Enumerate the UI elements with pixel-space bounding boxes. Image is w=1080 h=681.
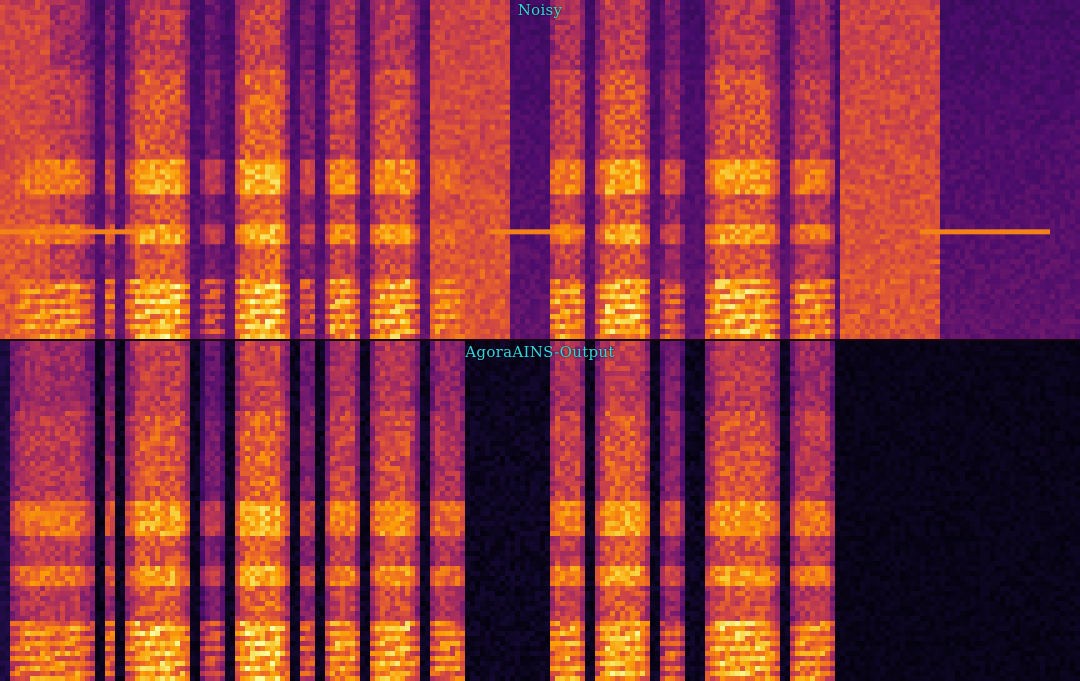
output-spectrogram [0,341,1080,681]
noisy-spectrogram [0,0,1080,339]
noisy-title: Noisy [0,1,1080,19]
spectrogram-comparison-figure: Noisy AgoraAINS-Output [0,0,1080,681]
output-title: AgoraAINS-Output [0,343,1080,361]
output-spectrogram-panel: AgoraAINS-Output [0,341,1080,681]
noisy-spectrogram-panel: Noisy [0,0,1080,339]
